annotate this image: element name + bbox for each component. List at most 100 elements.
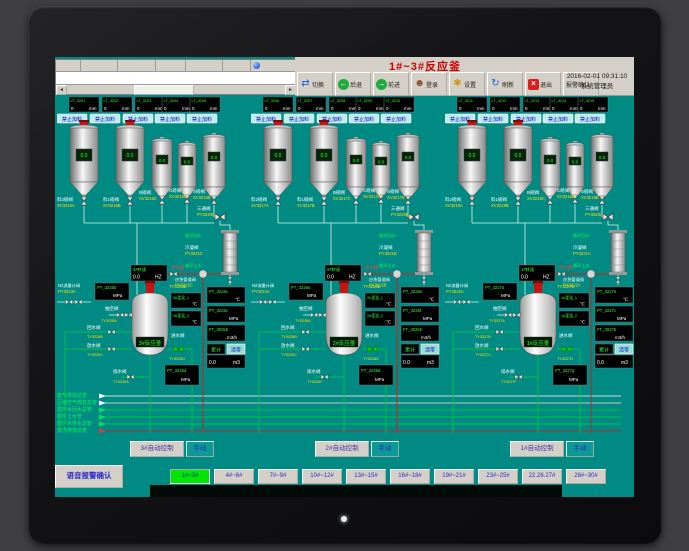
bottom-strip — [150, 485, 562, 497]
reactor-group-tab[interactable]: 16#~18# — [390, 469, 430, 484]
totalizer-clear-button[interactable]: 清零 — [615, 344, 633, 354]
inlet-water-valve[interactable]: 进水阀 TY3227D — [557, 332, 573, 361]
three-way-valve[interactable]: 三通阀 PY3220B — [391, 205, 419, 221]
reactor-group-tab[interactable]: 10#~12# — [302, 469, 342, 484]
reactor-train: LT_3201 0 mm LT_3202 0 mm LT_3203 0 mm — [57, 97, 247, 445]
drain-valve[interactable]: 放水阀 TY3225C — [87, 342, 115, 357]
reactor-group-tab[interactable]: 28#~30# — [566, 469, 606, 484]
waste-water-valve[interactable]: 排水阀 TY3226A — [113, 368, 134, 384]
vacuum-valve[interactable]: 抽空阀 TY3227A — [489, 305, 520, 323]
svg-text:循环回水: 循环回水 — [379, 232, 397, 239]
three-way-valve[interactable]: 三通阀 PY3220C — [197, 205, 225, 221]
weigh-valve-icon[interactable] — [515, 197, 521, 205]
weigh-valve-icon[interactable] — [353, 196, 359, 204]
tab-label: 23#~25# — [486, 473, 510, 479]
tab-label: 7#~9# — [270, 473, 287, 479]
auto-control-button-3[interactable]: 3#自动控制 — [130, 441, 184, 457]
svg-text:循环回水: 循环回水 — [185, 232, 203, 239]
reactor-train: LT_3206 0 mm LT_3207 0 mm LT_3208 0 mm — [251, 97, 441, 445]
feed-valve-label: B磅阀 XV3216C — [139, 189, 157, 201]
tab-label: 1#~3# — [182, 473, 199, 479]
feed-inhibit-button[interactable]: 禁止加料 — [284, 114, 314, 123]
svg-text:LT_3202: LT_3202 — [104, 99, 119, 103]
pressure-box: PT_3227a MPa — [483, 283, 517, 300]
vacuum-valve[interactable]: 抽空阀 TY3225A — [101, 305, 132, 323]
feed-inhibit-button[interactable]: 禁止加料 — [349, 114, 379, 123]
svg-text:C磅阀: C磅阀 — [557, 187, 570, 194]
reactor-group-tab[interactable]: 13#~15# — [346, 469, 386, 484]
feed-inhibit-button[interactable]: 禁止加料 — [381, 114, 411, 123]
inlet-water-valve[interactable]: 进水阀 TY3225D — [169, 332, 185, 361]
reactor-group-tab[interactable]: 19#~21# — [434, 469, 474, 484]
reactor-group-tab[interactable]: 7#~9# — [258, 469, 298, 484]
drain-valve[interactable]: 放水阀 TY3226C — [281, 342, 309, 357]
weigh-valve-icon[interactable] — [127, 197, 133, 205]
feed-inhibit-button[interactable]: 禁止加料 — [478, 114, 508, 123]
svg-text:0.0: 0.0 — [547, 158, 554, 163]
bottom-pressure-box: PT_3225d MPa — [165, 365, 199, 385]
manual-mode-button-2[interactable]: 手动 — [371, 441, 399, 457]
feed-inhibit-button[interactable]: 禁止加料 — [155, 114, 185, 123]
feed-tank: 0.0 — [310, 120, 338, 199]
reactor-group-tab[interactable]: 4#~6# — [214, 469, 254, 484]
instrument-box: FT_3025b m3/h — [207, 325, 245, 341]
weigh-valve-icon[interactable] — [469, 197, 475, 205]
reactor-group-tab[interactable]: 22.26.27# — [522, 469, 562, 484]
svg-text:三通阀: 三通阀 — [391, 205, 405, 212]
waste-water-valve[interactable]: 排水阀 TY3227F — [501, 368, 522, 384]
manual-mode-button-1[interactable]: 手动 — [566, 441, 594, 457]
n2-flow-meter-valve[interactable]: N2流量计阀 PY3223A — [58, 282, 82, 304]
feed-inhibit-button[interactable]: 禁止加料 — [90, 114, 120, 123]
three-way-valve[interactable]: 三通阀 PY3220A — [585, 205, 613, 221]
return-water-valve[interactable]: 回水阀 TY3226B — [281, 324, 309, 339]
svg-text:LT_3211: LT_3211 — [459, 99, 473, 103]
svg-text:XV3217C: XV3217C — [333, 196, 351, 201]
svg-text:LT_3212: LT_3212 — [492, 99, 507, 103]
reactor-group-tab[interactable]: 23#~25# — [478, 469, 518, 484]
svg-text:MPa: MPa — [229, 316, 239, 321]
weigh-valve-icon[interactable] — [81, 197, 87, 205]
auto-control-button-2[interactable]: 2#自动控制 — [315, 441, 369, 457]
feed-valve-label: 料2磅阀 XV3216A — [57, 196, 75, 208]
weigh-valve-icon[interactable] — [405, 196, 411, 204]
svg-text:MPa: MPa — [617, 316, 627, 321]
svg-text:FT_3025b: FT_3025b — [209, 327, 229, 332]
weigh-valve-icon[interactable] — [547, 196, 553, 204]
inlet-water-valve[interactable]: 进水阀 TY3226D — [363, 332, 379, 361]
svg-text:TY3227A: TY3227A — [489, 319, 505, 323]
feed-inhibit-button[interactable]: 禁止加料 — [187, 114, 217, 123]
svg-text:PY3221C: PY3221C — [185, 251, 203, 256]
n2-flow-meter-valve[interactable]: N2流量计阀 PY3224A — [252, 282, 276, 304]
svg-text:LT_3208: LT_3208 — [331, 99, 346, 103]
tank-level-box: LT_3208 0 mm — [329, 97, 359, 112]
tab-label: 19#~21# — [442, 473, 466, 479]
totalizer-clear-button[interactable]: 清零 — [421, 344, 439, 354]
svg-text:2#釜温_1: 2#釜温_1 — [367, 295, 383, 300]
weigh-valve-icon[interactable] — [211, 196, 217, 204]
svg-text:0.0: 0.0 — [469, 153, 476, 159]
feed-tank: 0.0 — [504, 120, 532, 199]
reactor-group-tab[interactable]: 1#~3# — [170, 469, 210, 484]
weigh-valve-icon[interactable] — [321, 197, 327, 205]
svg-text:TY3225B: TY3225B — [87, 335, 103, 339]
feed-inhibit-button[interactable]: 禁止加料 — [575, 114, 605, 123]
manual-mode-button-3[interactable]: 手动 — [186, 441, 214, 457]
vacuum-valve[interactable]: 抽空阀 TY3226A — [295, 305, 326, 323]
drain-valve[interactable]: 放水阀 TY3227C — [475, 342, 503, 357]
n2-flow-meter-valve[interactable]: N2流量计阀 PY3225A — [446, 282, 470, 304]
weigh-valve-icon[interactable] — [275, 197, 281, 205]
svg-text:LT_3201: LT_3201 — [71, 99, 86, 103]
waste-water-valve[interactable]: 排水阀 TY3226F — [307, 368, 328, 384]
feed-inhibit-button[interactable]: 禁止加料 — [543, 114, 573, 123]
svg-text:冷凝阀: 冷凝阀 — [185, 244, 199, 251]
auto-control-button-1[interactable]: 1#自动控制 — [510, 441, 564, 457]
voice-alarm-ack-button[interactable]: 语音报警确认 — [55, 465, 123, 488]
beacon-icon — [340, 283, 348, 293]
weigh-valve-icon[interactable] — [159, 196, 165, 204]
weigh-valve-icon[interactable] — [599, 196, 605, 204]
tank-level-box: LT_3203 0 mm — [135, 97, 165, 112]
totalizer-clear-button[interactable]: 清零 — [227, 344, 245, 354]
return-water-valve[interactable]: 回水阀 TY3227B — [475, 324, 503, 339]
svg-text:XV3217B: XV3217B — [297, 203, 315, 208]
return-water-valve[interactable]: 回水阀 TY3225B — [87, 324, 115, 339]
